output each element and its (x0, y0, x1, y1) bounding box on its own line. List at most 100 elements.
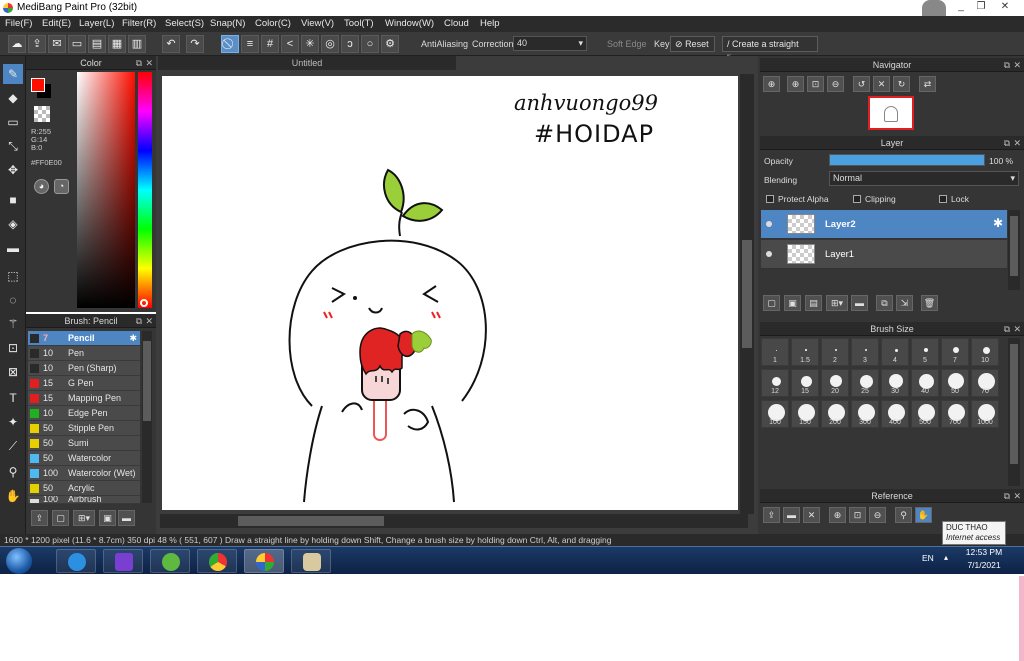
clipping-checkbox[interactable] (853, 195, 861, 203)
brush-size-cell[interactable]: 20 (821, 369, 849, 397)
reference-open-icon[interactable]: ▬ (783, 507, 800, 523)
menu-filter[interactable]: Filter(R) (122, 18, 156, 29)
menu-window[interactable]: Window(W) (385, 18, 434, 29)
menu-snap[interactable]: Snap(N) (210, 18, 245, 29)
reference-cloud-icon[interactable]: ⇪ (763, 507, 780, 523)
scrollbar-thumb[interactable] (742, 240, 752, 348)
brush-item-stipple-pen[interactable]: 50 Stipple Pen (28, 421, 140, 436)
grid-doc-icon[interactable]: ▦ (108, 35, 126, 53)
reset-button[interactable]: ⊘ Reset (670, 36, 715, 52)
comment-icon[interactable]: ✉ (48, 35, 66, 53)
brush-size-cell[interactable]: 25 (851, 369, 879, 397)
brush-item-airbrush[interactable]: 100 Airbrush (28, 496, 140, 504)
brush-size-cell[interactable]: 4 (881, 338, 909, 366)
brush-size-cell[interactable]: 400 (881, 400, 909, 428)
brush-size-cell[interactable]: 7 (941, 338, 969, 366)
brush-item-g-pen[interactable]: 15 G Pen (28, 376, 140, 391)
zoom-out-icon[interactable]: ⊖ (827, 76, 844, 92)
drawing-canvas[interactable]: anhvuongo99 #HOIDAP (162, 76, 738, 510)
snap-parallel-icon[interactable]: ≡ (241, 35, 259, 53)
primary-color-swatch[interactable] (31, 78, 45, 92)
select-rect-icon[interactable]: ⬚ (3, 266, 23, 286)
undock-icon[interactable]: ⧉ (1004, 58, 1010, 72)
brush-item-sumi[interactable]: 50 Sumi (28, 436, 140, 451)
new-layer-8bit-icon[interactable]: ▣ (784, 295, 801, 311)
merge-layer-icon[interactable]: ⇲ (896, 295, 913, 311)
reference-eyedropper-icon[interactable]: ⚲ (895, 507, 912, 523)
language-indicator[interactable]: EN (922, 553, 934, 563)
magic-wand-icon[interactable]: ⚚ (3, 314, 23, 334)
snap-radial-icon[interactable]: ✳ (301, 35, 319, 53)
brush-item-watercolor-wet[interactable]: 100 Watercolor (Wet) (28, 466, 140, 481)
brush-size-cell[interactable]: 70 (971, 369, 999, 397)
eraser-tool-icon[interactable]: ◆ (3, 88, 23, 108)
menu-view[interactable]: View(V) (301, 18, 334, 29)
brush-item-edge-pen[interactable]: 10 Edge Pen (28, 406, 140, 421)
close-icon[interactable]: ✕ (145, 56, 153, 70)
saturation-value-picker[interactable] (77, 72, 135, 308)
brush-folder-icon[interactable]: ▬ (118, 510, 135, 526)
transparent-color-swatch[interactable] (34, 106, 50, 122)
create-straight-line-button[interactable]: / Create a straight line (722, 36, 818, 63)
brush-size-cell[interactable]: 1000 (971, 400, 999, 428)
duplicate-layer-icon[interactable]: ⧉ (876, 295, 893, 311)
navigator-thumbnail[interactable] (868, 96, 914, 130)
brush-item-pen-sharp[interactable]: 10 Pen (Sharp) (28, 361, 140, 376)
hand-tool-icon[interactable]: ✋ (3, 486, 23, 506)
operation-tool-icon[interactable]: ✦ (3, 412, 23, 432)
snap-settings-icon[interactable]: ⚙ (381, 35, 399, 53)
bucket-tool-icon[interactable]: ◈ (3, 214, 23, 234)
new-layer-icon[interactable]: ▢ (763, 295, 780, 311)
snap-off-icon[interactable]: ⃠ (221, 35, 239, 53)
snap-circle-icon[interactable]: ○ (361, 35, 379, 53)
reference-fit-icon[interactable]: ⊡ (849, 507, 866, 523)
brush-size-cell[interactable]: 15 (791, 369, 819, 397)
hue-slider-handle[interactable] (140, 299, 148, 307)
menu-edit[interactable]: Edit(E) (42, 18, 71, 29)
close-button[interactable]: ✕ (996, 1, 1014, 14)
brush-size-cell[interactable]: 500 (911, 400, 939, 428)
restore-button[interactable]: ❐ (972, 1, 990, 14)
brush-size-cell[interactable]: 40 (911, 369, 939, 397)
add-layer-menu-icon[interactable]: ⊞▾ (826, 295, 848, 311)
hue-slider[interactable] (138, 72, 152, 308)
brush-size-cell[interactable]: 30 (881, 369, 909, 397)
text-tool-icon[interactable]: T (3, 388, 23, 408)
undock-icon[interactable]: ⧉ (1004, 322, 1010, 336)
move-tool-icon[interactable]: ✥ (3, 160, 23, 180)
eyedropper-icon[interactable]: ⚲ (3, 462, 23, 482)
blending-select[interactable]: Normal ▾ (829, 171, 1019, 186)
brush-item-pen[interactable]: 10 Pen (28, 346, 140, 361)
opacity-slider[interactable] (829, 154, 985, 166)
brush-item-watercolor[interactable]: 50 Watercolor (28, 451, 140, 466)
rotate-left-icon[interactable]: ↺ (853, 76, 870, 92)
brush-size-cell[interactable]: 50 (941, 369, 969, 397)
layer-row-layer1[interactable]: Layer1 (761, 240, 1007, 269)
menu-layer[interactable]: Layer(L) (79, 18, 114, 29)
scrollbar-thumb[interactable] (143, 341, 151, 421)
select-pen-icon[interactable]: ⊡ (3, 338, 23, 358)
fill-rect-tool-icon[interactable]: ■ (3, 190, 23, 210)
actual-size-icon[interactable]: ✕ (873, 76, 890, 92)
reference-zoom-in-icon[interactable]: ⊕ (829, 507, 846, 523)
protect-alpha-checkbox[interactable] (766, 195, 774, 203)
brush-size-cell[interactable]: 12 (761, 369, 789, 397)
brush-size-cell[interactable]: 5 (911, 338, 939, 366)
reference-zoom-out-icon[interactable]: ⊖ (869, 507, 886, 523)
fit-screen-icon[interactable]: ⊡ (807, 76, 824, 92)
dot-tool-icon[interactable]: ⤡ (3, 136, 23, 156)
tray-expand-icon[interactable]: ▴ (944, 553, 948, 562)
lock-checkbox[interactable] (939, 195, 947, 203)
layer-row-layer2[interactable]: Layer2 ✱ (761, 210, 1007, 239)
brush-item-acrylic[interactable]: 50 Acrylic (28, 481, 140, 496)
brush-cloud-icon[interactable]: ⇪ (31, 510, 48, 526)
flip-icon[interactable]: ⇄ (919, 76, 936, 92)
divide-tool-icon[interactable]: ⟋ (3, 436, 23, 456)
select-eraser-icon[interactable]: ⊠ (3, 362, 23, 382)
brush-export-icon[interactable]: ▣ (99, 510, 116, 526)
undock-icon[interactable]: ⧉ (1004, 136, 1010, 150)
undo-button[interactable]: ↶ (162, 35, 180, 53)
document-icon[interactable]: ▤ (88, 35, 106, 53)
reference-close-icon[interactable]: ✕ (803, 507, 820, 523)
brush-tool-icon[interactable]: ✎ (3, 64, 23, 84)
